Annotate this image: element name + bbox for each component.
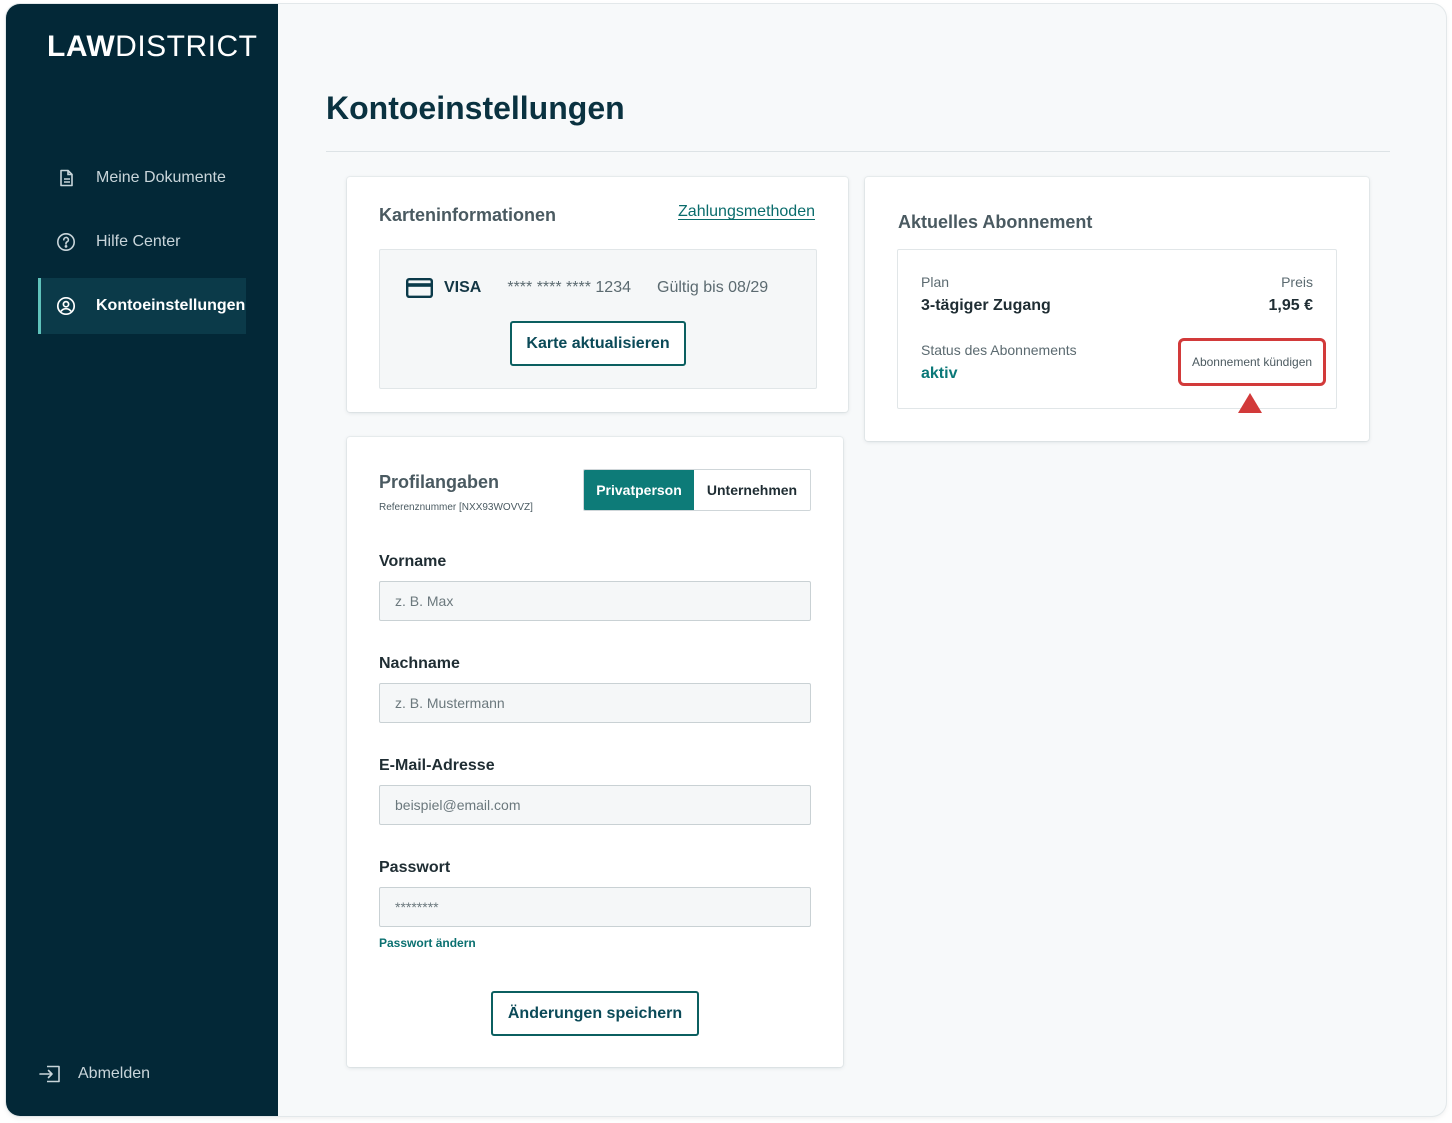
credit-card-icon [406, 278, 434, 299]
email-label: E-Mail-Adresse [379, 757, 495, 774]
password-label: Passwort [379, 859, 451, 876]
logo: LAWDISTRICT [47, 30, 257, 64]
sidebar-item-label: Meine Dokumente [96, 169, 226, 186]
last-name-label: Nachname [379, 655, 460, 672]
subscription-panel: Aktuelles Abonnement Plan 3-tägiger Zuga… [865, 177, 1369, 441]
app-window: LAWDISTRICT Meine Dokumente Hilfe Center… [6, 4, 1446, 1116]
logout-label: Abmelden [78, 1065, 151, 1082]
update-card-button[interactable]: Karte aktualisieren [510, 321, 686, 366]
card-expiry: Gültig bis 08/29 [657, 279, 769, 296]
logo-bold: LAW [47, 30, 116, 63]
toggle-private[interactable]: Privatperson [584, 470, 694, 510]
highlight-arrow-icon [1238, 393, 1262, 413]
card-info-panel: Karteninformationen Zahlungsmethoden VIS… [347, 177, 848, 412]
logo-light: DISTRICT [115, 30, 258, 63]
sidebar: LAWDISTRICT Meine Dokumente Hilfe Center… [6, 4, 278, 1116]
cancel-subscription-button[interactable]: Abonnement kündigen [1178, 338, 1326, 386]
toggle-business[interactable]: Unternehmen [694, 470, 810, 510]
account-type-toggle: Privatperson Unternehmen [583, 469, 811, 511]
profile-panel: Profilangaben Referenznummer [NXX93WOVVZ… [347, 437, 843, 1067]
save-changes-button[interactable]: Änderungen speichern [491, 991, 699, 1036]
plan-label: Plan [921, 274, 950, 290]
subscription-heading: Aktuelles Abonnement [898, 212, 1093, 232]
profile-heading: Profilangaben [379, 472, 500, 492]
card-number: **** **** **** 1234 [507, 279, 631, 296]
payment-methods-link[interactable]: Zahlungsmethoden [678, 203, 815, 221]
first-name-label: Vorname [379, 553, 447, 570]
price-value: 1,95 € [1268, 297, 1313, 314]
email-field[interactable] [379, 785, 811, 825]
credit-card-box: VISA **** **** **** 1234 Gültig bis 08/2… [379, 249, 817, 389]
credit-card-row: VISA **** **** **** 1234 Gültig bis 08/2… [406, 278, 796, 299]
page-title: Kontoeinstellungen [326, 90, 625, 126]
sidebar-item-label: Hilfe Center [96, 233, 181, 250]
change-password-link[interactable]: Passwort ändern [379, 936, 476, 950]
subscription-box: Plan 3-tägiger Zugang Preis 1,95 € Statu… [897, 249, 1337, 413]
title-divider [326, 151, 1390, 152]
logout-icon [38, 1064, 62, 1084]
logout-button[interactable]: Abmelden [38, 1064, 150, 1084]
card-brand: VISA [444, 279, 482, 296]
status-value: aktiv [921, 365, 958, 382]
last-name-field[interactable] [379, 683, 811, 723]
plan-value: 3-tägiger Zugang [921, 297, 1051, 314]
first-name-field[interactable] [379, 581, 811, 621]
user-circle-icon [56, 296, 76, 316]
document-icon [56, 168, 76, 188]
password-field[interactable] [379, 887, 811, 927]
status-label: Status des Abonnements [921, 342, 1077, 358]
sidebar-item-documents[interactable]: Meine Dokumente [38, 150, 246, 206]
card-info-heading: Karteninformationen [379, 205, 557, 225]
sidebar-item-account-settings[interactable]: Kontoeinstellungen [38, 278, 246, 334]
sidebar-item-help[interactable]: Hilfe Center [38, 214, 246, 270]
reference-number: Referenznummer [NXX93WOVVZ] [379, 502, 533, 513]
sidebar-item-label: Kontoeinstellungen [96, 297, 246, 314]
price-label: Preis [1281, 274, 1313, 290]
help-circle-icon [56, 232, 76, 252]
